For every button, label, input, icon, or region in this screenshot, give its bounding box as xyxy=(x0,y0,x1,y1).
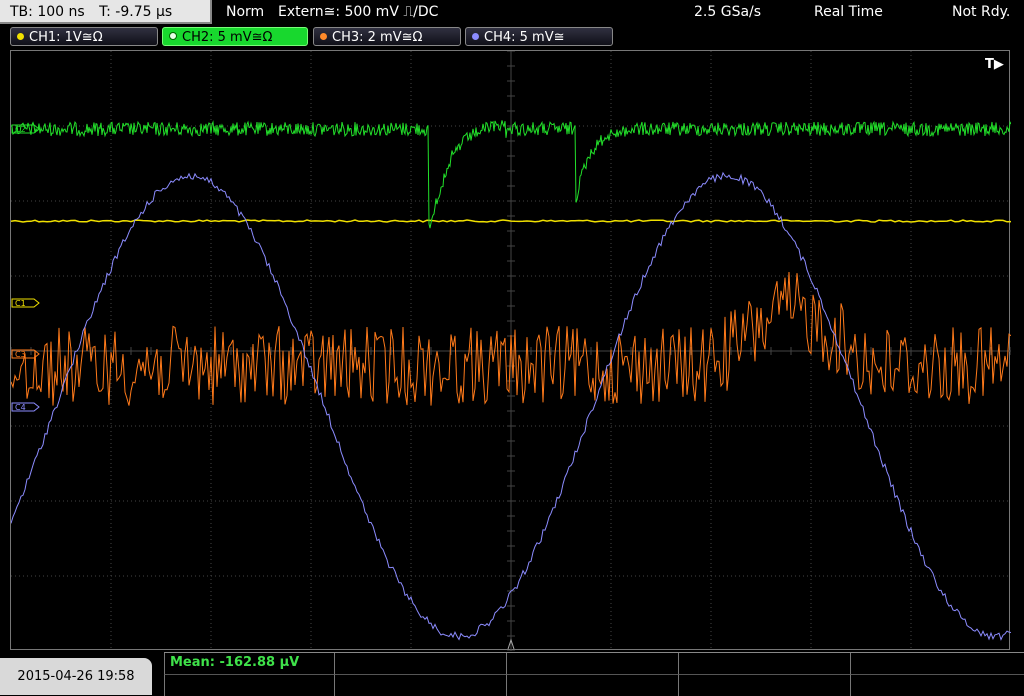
ch3-dot-icon xyxy=(320,33,327,40)
ch1-dot-icon xyxy=(17,33,24,40)
c4-marker-label: C4 xyxy=(15,403,26,412)
ready-state: Not Rdy. xyxy=(952,4,1011,20)
status-bar: TB: 100 ns T: -9.75 µs Norm Extern≅: 500… xyxy=(0,0,1024,24)
measurement-bar[interactable]: Mean: -162.88 µV xyxy=(164,652,1024,696)
waveform-display[interactable]: C2 C1 C3 C4 T▶ xyxy=(10,50,1011,651)
mean-measurement: Mean: -162.88 µV xyxy=(170,655,300,670)
c3-marker-label: C3 xyxy=(15,350,26,359)
trigger-source[interactable]: Extern≅: 500 mV ⎍/DC xyxy=(278,0,438,24)
ch2-label: CH2: 5 mV≅Ω xyxy=(182,30,273,45)
channel-tab-ch2[interactable]: CH2: 5 mV≅Ω xyxy=(162,27,308,46)
measurement-cell-empty[interactable] xyxy=(334,675,506,696)
channel-tab-ch4[interactable]: CH4: 5 mV≅ xyxy=(465,27,613,46)
measurement-cell-empty[interactable] xyxy=(850,675,1024,696)
c2-marker-label: C2 xyxy=(15,125,26,134)
measurement-cell-empty[interactable] xyxy=(334,653,506,675)
c1-level-marker[interactable]: C1 xyxy=(11,298,40,308)
measurement-cell-empty[interactable] xyxy=(506,675,678,696)
ch1-label: CH1: 1V≅Ω xyxy=(29,30,103,45)
measurement-cell-empty[interactable] xyxy=(506,653,678,675)
ch4-label: CH4: 5 mV≅ xyxy=(484,30,565,45)
acquisition-mode[interactable]: Real Time xyxy=(814,0,883,24)
c4-level-marker[interactable]: C4 xyxy=(11,402,40,412)
measurement-cell-empty[interactable] xyxy=(164,675,334,696)
datetime-box: 2015-04-26 19:58 xyxy=(0,658,152,695)
sample-rate[interactable]: 2.5 GSa/s xyxy=(694,0,761,24)
channel-tab-ch3[interactable]: CH3: 2 mV≅Ω xyxy=(313,27,461,46)
c1-marker-label: C1 xyxy=(15,299,26,308)
channel-tab-ch1[interactable]: CH1: 1V≅Ω xyxy=(10,27,158,46)
measurement-cell[interactable]: Mean: -162.88 µV xyxy=(164,653,334,675)
measurement-cell-empty[interactable] xyxy=(850,653,1024,675)
measurement-cell-empty[interactable] xyxy=(678,675,850,696)
graticule-grid xyxy=(11,51,1011,651)
ch2-dot-icon xyxy=(169,32,177,40)
trigger-time-value: T: -9.75 µs xyxy=(99,4,173,20)
timebase-value: TB: 100 ns xyxy=(10,4,85,20)
waveform-svg: C2 C1 C3 C4 T▶ xyxy=(11,51,1011,651)
datetime-value: 2015-04-26 19:58 xyxy=(17,669,135,684)
measurement-cell-empty[interactable] xyxy=(678,653,850,675)
trigger-position-indicator: T▶ xyxy=(985,57,1004,72)
timebase-box[interactable]: TB: 100 ns T: -9.75 µs xyxy=(0,0,212,24)
channel-bar: CH1: 1V≅Ω CH2: 5 mV≅Ω CH3: 2 mV≅Ω CH4: 5… xyxy=(0,26,1024,48)
ch4-dot-icon xyxy=(472,33,479,40)
trigger-mode[interactable]: Norm xyxy=(226,0,264,24)
ch3-label: CH3: 2 mV≅Ω xyxy=(332,30,423,45)
